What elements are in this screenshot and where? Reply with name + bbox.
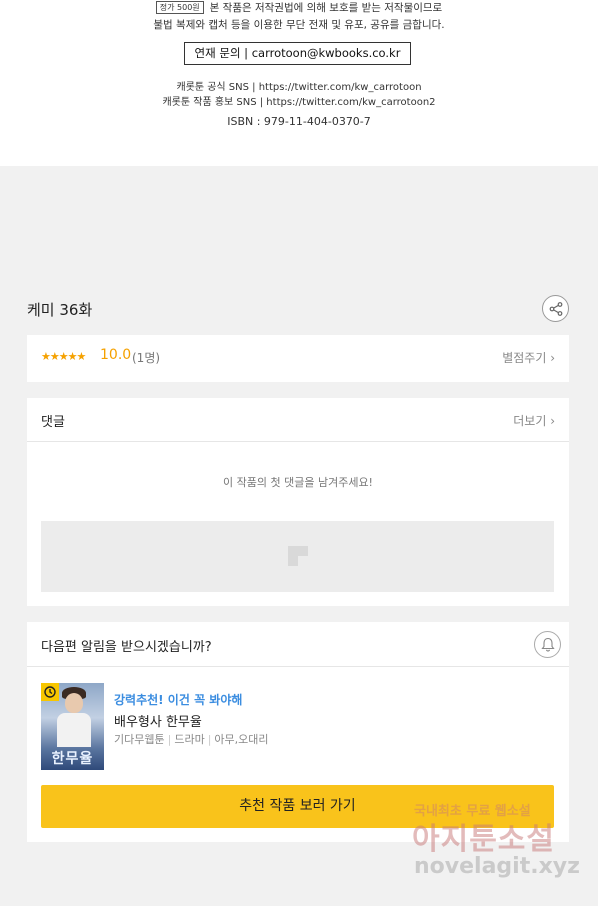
copyright-notice-line2: 불법 복제와 캡처 등을 이용한 무단 전재 및 유포, 공유를 금합니다. [153,19,445,31]
share-icon [549,301,562,316]
price-tag: 정가 500원 [155,1,204,14]
notification-bell-button[interactable] [534,631,561,658]
episode-title: 케미 36화 [27,301,93,319]
comments-header: 댓글 더보기 › [27,398,569,442]
comments-more-link[interactable]: 더보기 › [513,412,555,429]
tag-wait-free: 기다무웹툰 [114,733,165,746]
recommend-thumbnail[interactable]: 한무율 [41,683,104,770]
notification-question: 다음편 알림을 받으시겠습니까? [41,640,212,655]
recommend-work-title[interactable]: 배우형사 한무율 [114,711,202,730]
copyright-notice-line1: 정가 500원 본 작품은 저작권법에 의해 보호를 받는 저작물이므로 [0,0,598,15]
comment-input-area[interactable] [41,521,554,592]
contact-info: 연재 문의 | carrotoon@kwbooks.co.kr [184,42,411,65]
comments-empty-message: 이 작품의 첫 댓글을 남겨주세요! [223,476,373,489]
notice-text-1: 본 작품은 저작권법에 의해 보호를 받는 저작물이므로 [209,2,443,14]
share-button[interactable] [542,295,569,322]
watermark-line3: novelagit.xyz [414,854,580,879]
rating-count: (1명) [132,351,161,365]
rating-stars: ★★★★★ [41,350,86,363]
thumbnail-body [57,713,91,747]
copyright-page: 정가 500원 본 작품은 저작권법에 의해 보호를 받는 저작물이므로 불법 복… [0,0,598,166]
comment-placeholder-icon [288,546,308,566]
wait-free-clock-icon [41,683,59,701]
rate-button[interactable]: 별점주기 › [502,349,555,366]
comments-title: 댓글 [41,415,65,430]
recommend-work-tags: 기다무웹툰 | 드라마 | 아무,오대리 [114,733,269,746]
rating-card: ★★★★★ 10.0 (1명) 별점주기 › [27,335,569,382]
official-sns: 캐롯툰 공식 SNS | https://twitter.com/kw_carr… [176,82,422,93]
thumbnail-logo: 한무율 [51,751,94,767]
watermark-line2: 아지툰소설 [412,822,555,857]
promo-sns: 캐롯툰 작품 홍보 SNS | https://twitter.com/kw_c… [162,97,436,108]
comments-card: 댓글 더보기 › 이 작품의 첫 댓글을 남겨주세요! [27,398,569,606]
thumbnail-face [65,693,83,713]
isbn: ISBN : 979-11-404-0370-7 [227,115,371,128]
notification-header: 다음편 알림을 받으시겠습니까? [27,622,569,667]
watermark: 국내최초 무료 웹소설 아지툰소설 novelagit.xyz [412,800,582,890]
rating-score: 10.0 [100,347,132,363]
tag-genre: 드라마 [174,733,205,746]
bell-icon [540,637,555,652]
recommend-promo-text: 강력추천! 이건 꼭 봐야해 [114,693,243,707]
tag-authors: 아무,오대리 [214,733,269,746]
